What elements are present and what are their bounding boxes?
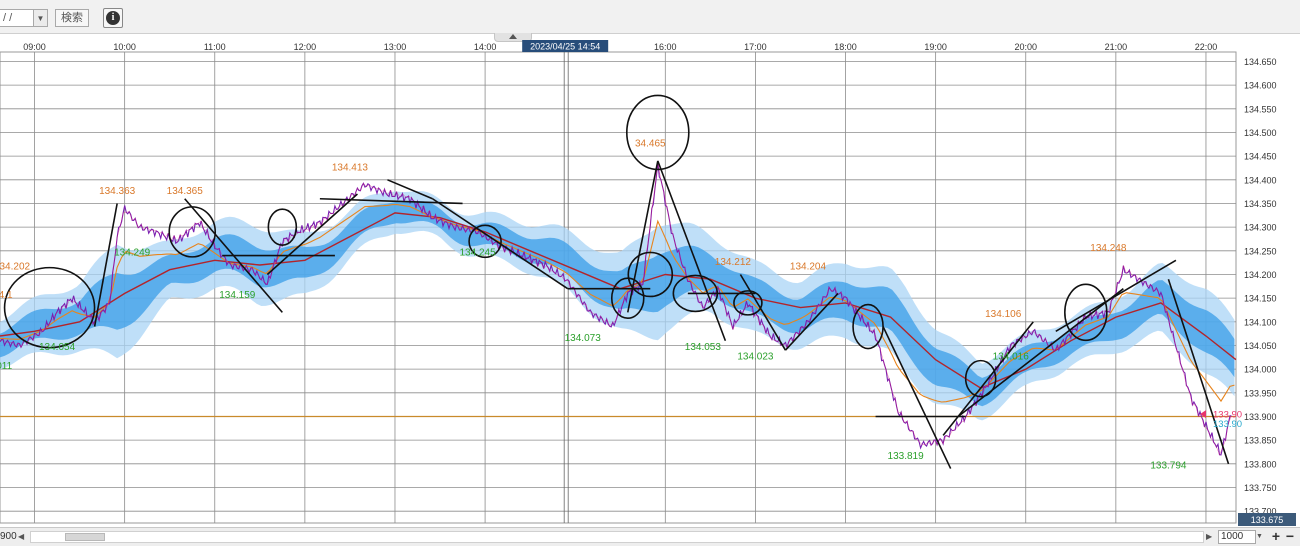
y-tick-label: 134.200 [1244, 270, 1277, 280]
low-label: 133.819 [888, 451, 925, 462]
date-input[interactable]: / / [0, 9, 34, 27]
high-label: 134.1 [0, 290, 13, 301]
scroll-left-value: 900 [0, 531, 17, 542]
price-chart[interactable]: 134.202 134.363 134.365 134.413 34.465 134.21… [0, 40, 1300, 526]
y-tick-label: 134.350 [1244, 199, 1277, 209]
low-label: 4.011 [0, 361, 13, 372]
high-label: 134.106 [985, 309, 1022, 320]
y-tick-label: 134.450 [1244, 152, 1277, 162]
x-tick-label: 20:00 [1014, 42, 1037, 52]
x-tick-label: 21:00 [1105, 42, 1128, 52]
y-tick-label: 134.150 [1244, 294, 1277, 304]
y-tick-label: 134.650 [1244, 57, 1277, 67]
y-tick-label: 134.000 [1244, 365, 1277, 375]
x-tick-label: 16:00 [654, 42, 677, 52]
x-tick-label: 13:00 [384, 42, 407, 52]
y-tick-label: 134.400 [1244, 175, 1277, 185]
high-label: 134.363 [99, 186, 136, 197]
price-marker-label: 133.90 [1213, 419, 1242, 430]
high-label: 134.204 [790, 262, 827, 273]
high-label: 134.413 [332, 162, 369, 173]
scroll-track[interactable] [30, 531, 1204, 543]
scroll-thumb[interactable] [65, 533, 105, 541]
y-tick-label: 134.600 [1244, 81, 1277, 91]
high-label: 134.212 [715, 257, 752, 268]
high-label: 134.365 [167, 186, 204, 197]
high-label: 34.465 [635, 139, 666, 150]
y-tick-label: 133.950 [1244, 388, 1277, 398]
y-tick-label: 133.800 [1244, 459, 1277, 469]
scroll-right-button[interactable]: ▶ [1206, 531, 1216, 543]
y-tick-label: 134.250 [1244, 246, 1277, 256]
x-tick-label: 22:00 [1195, 42, 1218, 52]
zoom-select[interactable]: 1000 [1218, 530, 1256, 544]
low-label: 133.794 [1150, 461, 1187, 472]
low-label: 134.159 [219, 290, 256, 301]
search-button[interactable]: 検索 [55, 9, 89, 27]
date-dropdown-button[interactable]: ▼ [34, 9, 48, 27]
x-tick-label: 12:00 [294, 42, 317, 52]
chart-scrollbar: 900 ◀ ▶ 1000 ▼ + − [0, 527, 1300, 546]
zoom-out-button[interactable]: − [1284, 529, 1296, 545]
low-label: 134.245 [460, 248, 497, 259]
y-tick-label: 134.100 [1244, 317, 1277, 327]
low-label: 134.073 [565, 333, 602, 344]
low-label: 134.249 [114, 248, 151, 259]
y-tick-label: 134.300 [1244, 223, 1277, 233]
info-button[interactable]: i [103, 8, 123, 28]
low-label: 134.016 [993, 352, 1030, 363]
scroll-left-button[interactable]: ◀ [18, 531, 28, 543]
y-tick-label: 134.500 [1244, 128, 1277, 138]
zoom-dropdown-button[interactable]: ▼ [1256, 530, 1266, 544]
x-tick-label: 14:00 [474, 42, 497, 52]
toolbar: / / ▼ 検索 i [0, 0, 1300, 34]
y-tick-label: 134.050 [1244, 341, 1277, 351]
x-tick-label: 09:00 [23, 42, 46, 52]
x-tick-label: 11:00 [204, 42, 226, 52]
chevron-up-icon [509, 34, 517, 39]
info-icon: i [106, 11, 120, 25]
low-label: 134.054 [39, 342, 76, 353]
x-tick-label: 10:00 [113, 42, 136, 52]
y-tick-label: 133.850 [1244, 436, 1277, 446]
high-label: 134.248 [1090, 243, 1127, 254]
crosshair-time-label: 2023/04/25 14:54 [530, 42, 600, 52]
x-tick-label: 18:00 [834, 42, 857, 52]
low-label: 134.023 [737, 352, 774, 363]
x-tick-label: 17:00 [744, 42, 767, 52]
y-tick-label: 134.550 [1244, 104, 1277, 114]
zoom-in-button[interactable]: + [1270, 529, 1282, 545]
y-tick-label: 133.750 [1244, 483, 1277, 493]
x-tick-label: 19:00 [924, 42, 947, 52]
low-label: 134.053 [685, 342, 722, 353]
axis-bottom-label: 133.675 [1251, 515, 1284, 525]
high-label: 134.202 [0, 262, 31, 273]
y-tick-label: 133.900 [1244, 412, 1277, 422]
